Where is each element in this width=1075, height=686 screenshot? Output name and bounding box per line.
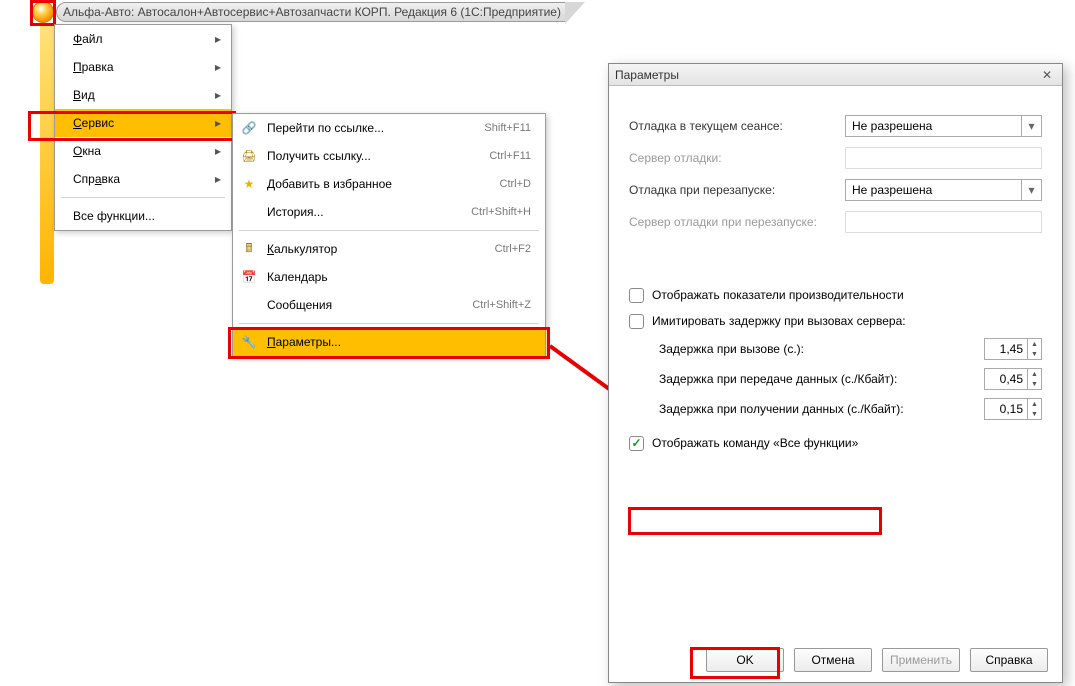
checkbox-perf[interactable] xyxy=(629,288,644,303)
help-button[interactable]: Справка xyxy=(970,648,1048,672)
sub-fav-shortcut: Ctrl+D xyxy=(500,178,537,190)
checkbox-all-funcs[interactable] xyxy=(629,436,644,451)
apply-button: Применить xyxy=(882,648,960,672)
sub-get-link-label: Получить ссылку... xyxy=(267,149,479,163)
title-text: Альфа-Авто: Автосалон+Автосервис+Автозап… xyxy=(63,5,561,19)
menu-edit[interactable]: Правка▸ xyxy=(55,53,231,81)
label-delay-send: Задержка при передаче данных (с./Кбайт): xyxy=(659,372,984,386)
sub-messages-label: Сообщения xyxy=(267,298,462,312)
input-debug-server xyxy=(845,147,1042,169)
sub-calendar-label: Календарь xyxy=(267,270,521,284)
calendar-icon: 📅 xyxy=(241,269,257,285)
sub-history-shortcut: Ctrl+Shift+H xyxy=(471,206,537,218)
label-debug-restart: Отладка при перезапуске: xyxy=(629,183,845,197)
spin-up-icon[interactable]: ▲ xyxy=(1028,339,1041,349)
sub-messages-shortcut: Ctrl+Shift+Z xyxy=(472,299,537,311)
chevron-down-icon[interactable]: ▾ xyxy=(1022,179,1042,201)
dialog-title: Параметры xyxy=(615,68,679,82)
window-title: Альфа-Авто: Автосалон+Автосервис+Автозап… xyxy=(56,2,566,22)
input-delay-send[interactable] xyxy=(985,369,1027,389)
chevron-down-icon[interactable]: ▾ xyxy=(1022,115,1042,137)
label-debug-session: Отладка в текущем сеансе: xyxy=(629,119,845,133)
blank-icon xyxy=(241,204,257,220)
checkbox-imitate[interactable] xyxy=(629,314,644,329)
sub-fav[interactable]: ★ Добавить в избранное Ctrl+D xyxy=(233,170,545,198)
spin-delay-call[interactable]: ▲▼ xyxy=(984,338,1042,360)
sub-calc-label: Калькулятор xyxy=(267,242,485,256)
spin-down-icon[interactable]: ▼ xyxy=(1028,409,1041,419)
sub-messages[interactable]: Сообщения Ctrl+Shift+Z xyxy=(233,291,545,319)
dialog-title-bar: Параметры ✕ xyxy=(609,64,1062,86)
menu-help[interactable]: Справка▸ xyxy=(55,165,231,193)
sub-get-link[interactable]: 🖨 Получить ссылку... Ctrl+F11 xyxy=(233,142,545,170)
menu-windows[interactable]: Окна▸ xyxy=(55,137,231,165)
label-debug-server: Сервер отладки: xyxy=(629,151,845,165)
service-submenu: 🔗 Перейти по ссылке... Shift+F11 🖨 Получ… xyxy=(232,113,546,357)
check-all-funcs-row[interactable]: Отображать команду «Все функции» xyxy=(629,430,1042,456)
parameters-dialog: Параметры ✕ Отладка в текущем сеансе: ▾ … xyxy=(608,63,1063,683)
spin-delay-send[interactable]: ▲▼ xyxy=(984,368,1042,390)
menu-all-functions-label: Все функции... xyxy=(73,209,155,223)
menu-file[interactable]: Файл▸ xyxy=(55,25,231,53)
sub-calendar[interactable]: 📅 Календарь xyxy=(233,263,545,291)
sub-history[interactable]: История... Ctrl+Shift+H xyxy=(233,198,545,226)
sub-fav-label: Добавить в избранное xyxy=(267,177,490,191)
spin-down-icon[interactable]: ▼ xyxy=(1028,379,1041,389)
sub-go-link-label: Перейти по ссылке... xyxy=(267,121,474,135)
blank-icon xyxy=(241,297,257,313)
sub-calc-shortcut: Ctrl+F2 xyxy=(495,243,537,255)
input-debug-server-restart xyxy=(845,211,1042,233)
label-debug-server-restart: Сервер отладки при перезапуске: xyxy=(629,215,845,229)
input-delay-recv[interactable] xyxy=(985,399,1027,419)
menu-all-functions[interactable]: Все функции... xyxy=(55,202,231,230)
spin-up-icon[interactable]: ▲ xyxy=(1028,399,1041,409)
check-imitate-row[interactable]: Имитировать задержку при вызовах сервера… xyxy=(629,308,1042,334)
check-perf-label: Отображать показатели производительности xyxy=(652,288,904,302)
select-debug-restart[interactable] xyxy=(845,179,1022,201)
spin-up-icon[interactable]: ▲ xyxy=(1028,369,1041,379)
input-delay-call[interactable] xyxy=(985,339,1027,359)
sub-history-label: История... xyxy=(267,205,461,219)
menu-view[interactable]: Вид▸ xyxy=(55,81,231,109)
close-icon[interactable]: ✕ xyxy=(1038,67,1056,83)
spin-delay-recv[interactable]: ▲▼ xyxy=(984,398,1042,420)
check-all-funcs-label: Отображать команду «Все функции» xyxy=(652,436,858,450)
select-debug-session[interactable] xyxy=(845,115,1022,137)
sub-get-link-shortcut: Ctrl+F11 xyxy=(489,150,537,162)
sub-go-link[interactable]: 🔗 Перейти по ссылке... Shift+F11 xyxy=(233,114,545,142)
print-icon: 🖨 xyxy=(241,148,257,164)
sub-go-link-shortcut: Shift+F11 xyxy=(484,122,537,134)
cancel-button[interactable]: Отмена xyxy=(794,648,872,672)
calculator-icon: 🖩 xyxy=(241,241,257,257)
check-perf-row[interactable]: Отображать показатели производительности xyxy=(629,282,1042,308)
label-delay-call: Задержка при вызове (с.): xyxy=(659,342,984,356)
label-delay-recv: Задержка при получении данных (с./Кбайт)… xyxy=(659,402,984,416)
spin-down-icon[interactable]: ▼ xyxy=(1028,349,1041,359)
check-imitate-label: Имитировать задержку при вызовах сервера… xyxy=(652,314,906,328)
star-icon: ★ xyxy=(241,176,257,192)
sub-calc[interactable]: 🖩 Калькулятор Ctrl+F2 xyxy=(233,235,545,263)
link-icon: 🔗 xyxy=(241,120,257,136)
